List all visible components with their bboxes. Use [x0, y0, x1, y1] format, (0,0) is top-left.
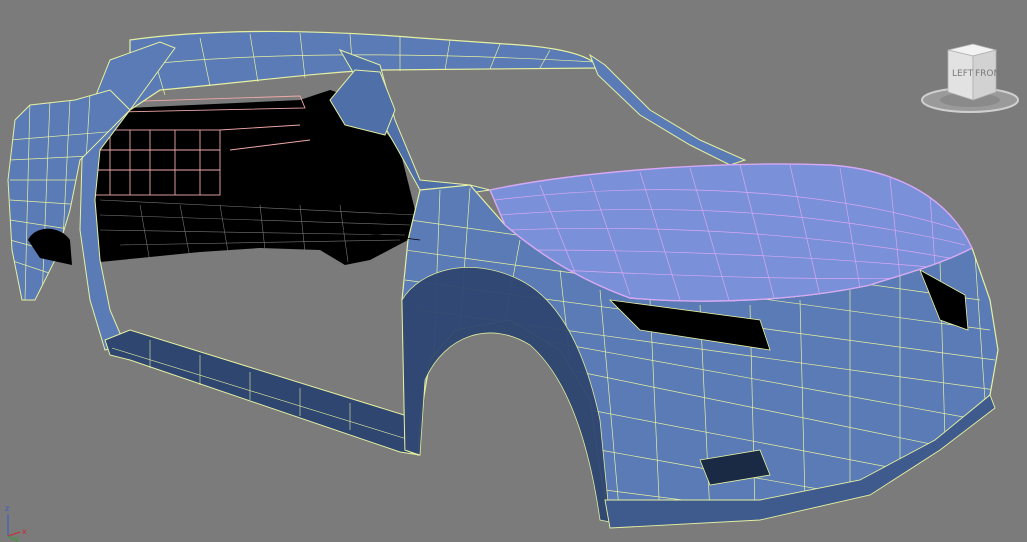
- axis-tripod-icon: z x y: [5, 504, 27, 542]
- axis-z-label: z: [5, 504, 9, 513]
- viewcube-left-face[interactable]: LEFT: [952, 69, 974, 79]
- axis-y-label: y: [14, 534, 19, 542]
- windshield-frame: [588, 53, 747, 166]
- side-sill: [104, 329, 421, 456]
- axis-x-label: x: [22, 527, 27, 536]
- viewcube-front-face[interactable]: FRONT: [975, 69, 1006, 79]
- perspective-viewport[interactable]: LEFT FRONT z x y: [0, 0, 1027, 542]
- viewcube-icon[interactable]: LEFT FRONT: [918, 40, 1022, 116]
- car-body-wireframe-mesh[interactable]: [0, 0, 1027, 542]
